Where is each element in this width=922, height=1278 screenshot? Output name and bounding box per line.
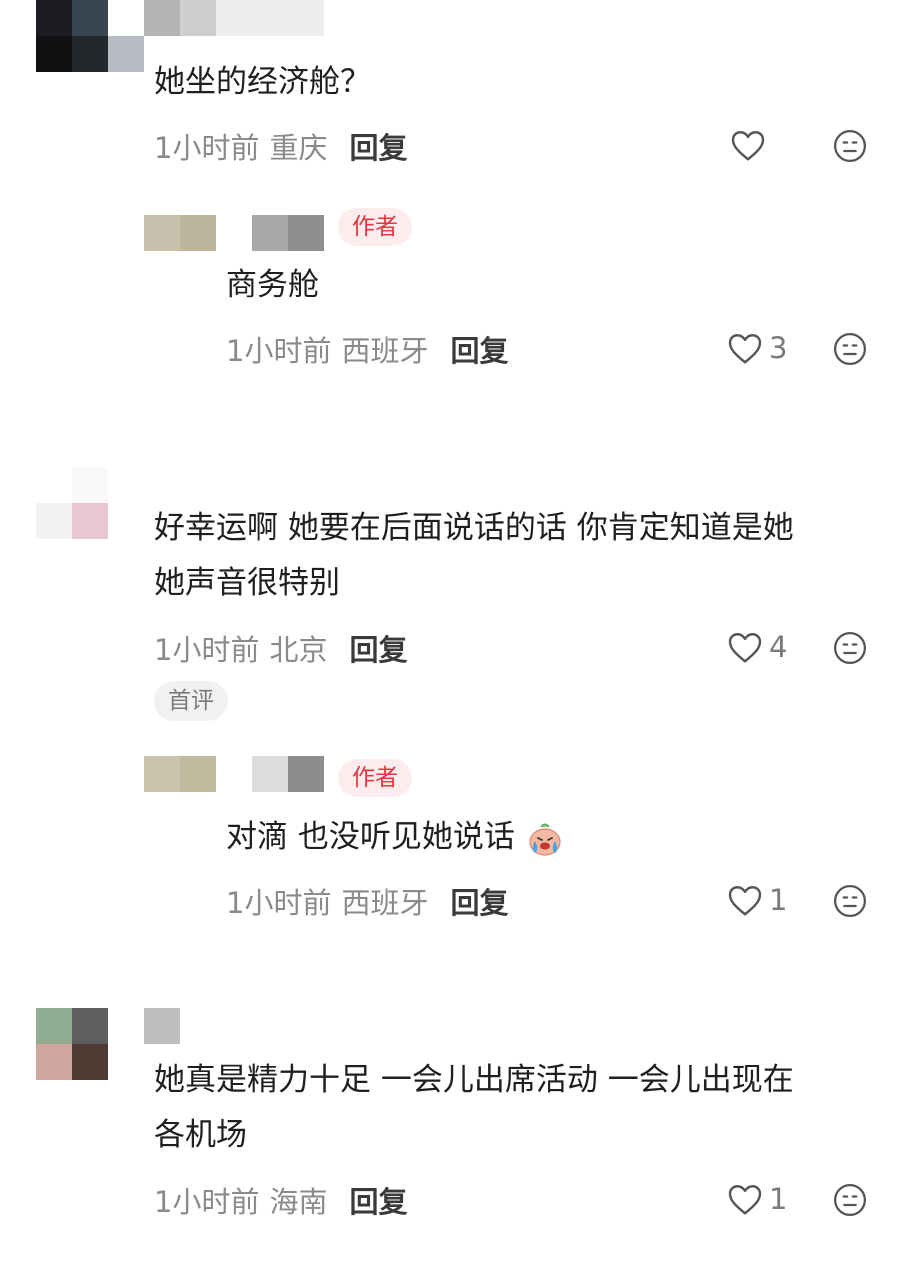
dislike-button[interactable] (833, 884, 867, 918)
reply-time: 1小时前 (226, 334, 332, 368)
comment-text-line-1: 她真是精力十足 一会儿出席活动 一会儿出现在 (154, 1062, 794, 1098)
comment-text: 她坐的经济舱？ (154, 64, 371, 100)
avatar[interactable] (36, 0, 144, 72)
reply-meta: 1小时前 西班牙 回复 (226, 328, 508, 370)
reply-location: 西班牙 (341, 334, 429, 368)
meh-face-icon (833, 332, 867, 366)
heart-outline-icon (728, 633, 762, 663)
heart-outline-icon (728, 1185, 762, 1215)
reply-button[interactable]: 回复 (450, 328, 508, 370)
reply-location: 西班牙 (341, 886, 429, 920)
avatar[interactable] (144, 756, 216, 792)
comment-meta: 1小时前 海南 回复 (154, 1179, 407, 1221)
like-count: 1 (769, 1182, 788, 1216)
author-badge: 作者 (338, 759, 412, 797)
reply-text: 对滴 也没听见她说话 (226, 810, 565, 864)
reply-button[interactable]: 回复 (349, 1179, 407, 1221)
dislike-button[interactable] (833, 129, 867, 163)
comment-time: 1小时前 (154, 131, 260, 165)
like-count: 1 (769, 883, 788, 917)
crying-face-emoji (525, 820, 565, 858)
username[interactable] (144, 0, 324, 36)
like-button[interactable] (730, 128, 772, 162)
heart-outline-icon (731, 131, 765, 161)
reply-text: 商务舱 (226, 267, 319, 303)
username[interactable] (252, 756, 324, 792)
like-count: 4 (769, 630, 788, 664)
heart-outline-icon (728, 334, 762, 364)
comment-location: 北京 (269, 633, 328, 667)
heart-outline-icon (728, 886, 762, 916)
dislike-button[interactable] (833, 631, 867, 665)
first-comment-tag: 首评 (154, 681, 228, 721)
reply-text-value: 对滴 也没听见她说话 (226, 819, 515, 855)
meh-face-icon (833, 129, 867, 163)
avatar[interactable] (144, 215, 216, 251)
like-button[interactable]: 3 (727, 331, 787, 365)
reply-button[interactable]: 回复 (450, 880, 508, 922)
dislike-button[interactable] (833, 332, 867, 366)
comment-time: 1小时前 (154, 633, 260, 667)
username[interactable] (252, 215, 324, 251)
comment-location: 重庆 (269, 131, 328, 165)
meh-face-icon (833, 631, 867, 665)
comment-time: 1小时前 (154, 1185, 260, 1219)
comment-location: 海南 (269, 1185, 328, 1219)
meh-face-icon (833, 884, 867, 918)
comment-text-line-1: 好幸运啊 她要在后面说话的话 你肯定知道是她 (154, 510, 794, 546)
like-count: 3 (769, 331, 788, 365)
dislike-button[interactable] (833, 1183, 867, 1217)
author-badge: 作者 (338, 208, 412, 246)
reply-time: 1小时前 (226, 886, 332, 920)
username[interactable] (144, 1008, 180, 1044)
like-button[interactable]: 1 (727, 883, 787, 917)
like-button[interactable]: 4 (727, 630, 787, 664)
comment-text-line-2: 各机场 (154, 1117, 247, 1153)
reply-meta: 1小时前 西班牙 回复 (226, 880, 508, 922)
comment-meta: 1小时前 重庆 回复 (154, 125, 407, 167)
comment-meta: 1小时前 北京 回复 (154, 627, 407, 669)
meh-face-icon (833, 1183, 867, 1217)
like-button[interactable]: 1 (727, 1182, 787, 1216)
reply-button[interactable]: 回复 (349, 125, 407, 167)
avatar[interactable] (36, 1008, 108, 1080)
comment-text-line-2: 她声音很特别 (154, 565, 340, 601)
reply-button[interactable]: 回复 (349, 627, 407, 669)
avatar[interactable] (36, 467, 108, 539)
